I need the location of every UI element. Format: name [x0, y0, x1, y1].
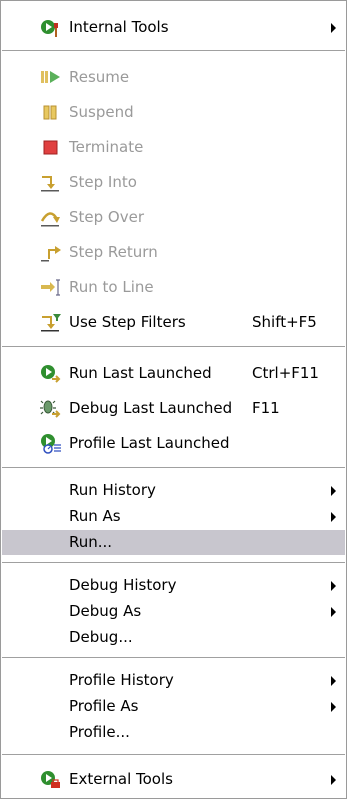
- debug-bug-icon: [39, 398, 65, 419]
- menu-item-step-over[interactable]: Step Over: [2, 205, 345, 230]
- menu-item-step-return[interactable]: Step Return: [2, 240, 345, 265]
- menu-item-label: Profile...: [69, 723, 130, 741]
- menu-item-label: Debug As: [69, 602, 142, 620]
- menu-item-label: Profile As: [69, 697, 139, 715]
- submenu-arrow-icon: [331, 581, 336, 591]
- submenu-arrow-icon: [331, 23, 336, 33]
- menu-item-profile-history[interactable]: Profile History: [2, 668, 345, 693]
- menu-separator: [2, 50, 345, 52]
- menu-item-step-into[interactable]: Step Into: [2, 170, 345, 195]
- menu-item-label: Internal Tools: [69, 18, 169, 36]
- menu-separator: [2, 754, 345, 756]
- menu-item-debug[interactable]: Debug...: [2, 625, 345, 650]
- submenu-arrow-icon: [331, 486, 336, 496]
- menu-item-label: Profile Last Launched: [69, 434, 230, 452]
- menu-item-resume[interactable]: Resume: [2, 65, 345, 90]
- menu-item-debug-history[interactable]: Debug History: [2, 573, 345, 598]
- menu-item-label: Run to Line: [69, 278, 154, 296]
- menu-item-label: Run As: [69, 507, 121, 525]
- menu-item-label: Debug History: [69, 576, 177, 594]
- menu-item-label: External Tools: [69, 770, 173, 788]
- terminate-icon: [39, 137, 65, 158]
- menu-item-label: Terminate: [69, 138, 144, 156]
- menu-item-label: Use Step Filters: [69, 313, 186, 331]
- menu-item-run-as[interactable]: Run As: [2, 504, 345, 529]
- profile-icon: [39, 433, 65, 454]
- submenu-arrow-icon: [331, 775, 336, 785]
- internal-tools-icon: [39, 17, 65, 38]
- shortcut-label: Ctrl+F11: [252, 364, 319, 382]
- menu-separator: [2, 346, 345, 348]
- step-over-icon: [39, 207, 65, 228]
- menu-item-internal-tools[interactable]: Internal Tools: [2, 15, 345, 40]
- menu-item-label: Resume: [69, 68, 130, 86]
- submenu-arrow-icon: [331, 702, 336, 712]
- menu-item-run-to-line[interactable]: Run to Line: [2, 275, 345, 300]
- menu-item-label: Profile History: [69, 671, 174, 689]
- menu-item-label: Suspend: [69, 103, 134, 121]
- menu-item-external-tools[interactable]: External Tools: [2, 767, 345, 792]
- menu-item-profile-last-launched[interactable]: Profile Last Launched: [2, 431, 345, 456]
- submenu-arrow-icon: [331, 607, 336, 617]
- suspend-icon: [39, 102, 65, 123]
- shortcut-label: Shift+F5: [252, 313, 317, 331]
- menu-item-profile-as[interactable]: Profile As: [2, 694, 345, 719]
- step-into-icon: [39, 172, 65, 193]
- external-tools-icon: [39, 769, 65, 790]
- submenu-arrow-icon: [331, 512, 336, 522]
- menu-item-use-step-filters[interactable]: Use Step Filters Shift+F5: [2, 310, 345, 335]
- menu-item-terminate[interactable]: Terminate: [2, 135, 345, 160]
- menu-item-suspend[interactable]: Suspend: [2, 100, 345, 125]
- step-return-icon: [39, 242, 65, 263]
- menu-separator: [2, 657, 345, 659]
- menu-item-profile[interactable]: Profile...: [2, 720, 345, 745]
- menu-item-label: Run...: [69, 533, 113, 551]
- submenu-arrow-icon: [331, 676, 336, 686]
- menu-item-label: Debug...: [69, 628, 133, 646]
- shortcut-label: F11: [252, 399, 280, 417]
- menu-item-label: Run History: [69, 481, 156, 499]
- menu-item-debug-last-launched[interactable]: Debug Last Launched F11: [2, 396, 345, 421]
- menu-separator: [2, 562, 345, 564]
- run-to-line-icon: [39, 277, 65, 298]
- menu-item-run-history[interactable]: Run History: [2, 478, 345, 503]
- menu-item-label: Step Over: [69, 208, 144, 226]
- menu-separator: [2, 467, 345, 469]
- menu-item-label: Step Into: [69, 173, 137, 191]
- step-filters-icon: [39, 312, 65, 333]
- menu-item-label: Debug Last Launched: [69, 399, 233, 417]
- menu-item-label: Run Last Launched: [69, 364, 212, 382]
- resume-icon: [39, 67, 65, 88]
- menu-item-label: Step Return: [69, 243, 158, 261]
- menu-item-debug-as[interactable]: Debug As: [2, 599, 345, 624]
- run-menu: Internal Tools Resume Suspend Terminate …: [0, 0, 347, 799]
- menu-item-run-last-launched[interactable]: Run Last Launched Ctrl+F11: [2, 361, 345, 386]
- menu-item-run[interactable]: Run...: [2, 530, 345, 555]
- run-last-launched-icon: [39, 363, 65, 384]
